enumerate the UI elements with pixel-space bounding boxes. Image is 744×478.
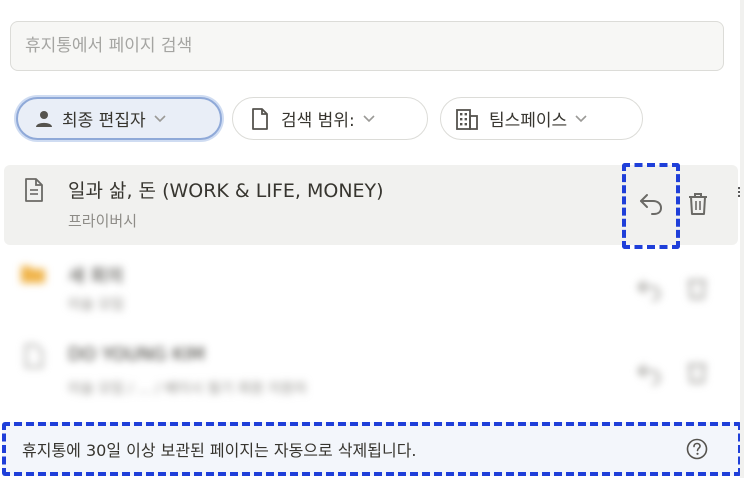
window-edge — [740, 0, 744, 478]
undo-icon — [636, 278, 662, 306]
trash-item-title: 일과 삶, 돈 (WORK & LIFE, MONEY) — [68, 180, 384, 202]
retention-notice: 휴지통에 30일 이상 보관된 페이지는 자동으로 삭제됩니다. — [22, 441, 417, 460]
teamspace-filter-button[interactable]: 팀스페이스 — [440, 97, 643, 140]
person-icon — [34, 109, 54, 129]
trash-search-box[interactable] — [10, 21, 724, 71]
chevron-down-icon — [154, 114, 166, 123]
chevron-down-icon — [363, 114, 375, 123]
trash-item-location: 미술 모임 — [68, 297, 124, 313]
last-editor-filter-label: 최종 편집자 — [62, 111, 146, 131]
page-icon — [251, 107, 269, 130]
trash-search-input[interactable] — [23, 35, 723, 57]
trash-icon — [686, 276, 708, 304]
trash-item-title: DO YOUNG KIM — [68, 344, 205, 365]
help-icon[interactable] — [686, 438, 708, 460]
building-icon — [455, 108, 479, 130]
last-editor-filter-button[interactable]: 최종 편집자 — [16, 97, 222, 140]
search-scope-filter-label: 검색 범위: — [281, 111, 355, 131]
folder-icon — [20, 262, 46, 288]
document-icon — [24, 178, 44, 206]
delete-permanently-button[interactable] — [684, 190, 712, 222]
chevron-down-icon — [575, 114, 587, 123]
trash-icon — [687, 192, 709, 220]
restore-button[interactable] — [622, 163, 680, 249]
page-icon — [24, 344, 44, 372]
teamspace-filter-label: 팀스페이스 — [489, 111, 568, 131]
trash-item-location: 프라이버시 — [68, 212, 138, 230]
trash-item-location: 미술 모임 / ... / 베이시 필기 회원 지원자 — [68, 381, 307, 397]
search-scope-filter-button[interactable]: 검색 범위: — [232, 97, 428, 140]
trash-item-title: 새 회의 — [68, 266, 124, 287]
trash-icon — [686, 360, 708, 388]
trash-retention-footer: 휴지통에 30일 이상 보관된 페이지는 자동으로 삭제됩니다. — [2, 422, 742, 476]
trash-panel: 최종 편집자 검색 범위: 팀스페이스 일과 삶, 돈 (WORK & LIFE… — [0, 0, 744, 478]
undo-icon — [638, 192, 664, 220]
undo-icon — [636, 362, 662, 390]
